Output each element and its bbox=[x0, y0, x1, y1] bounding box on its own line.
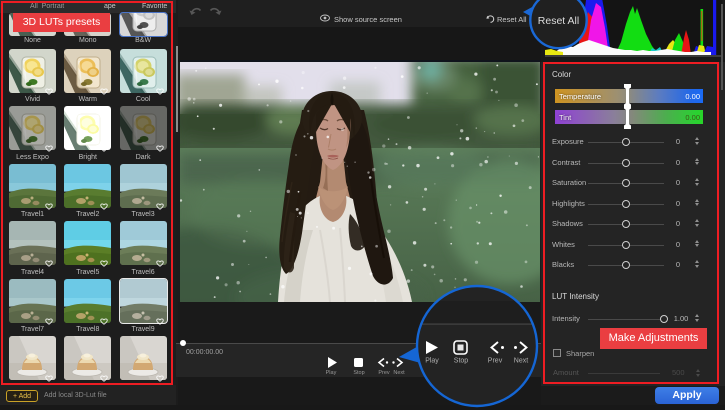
svg-text:Stop: Stop bbox=[454, 358, 469, 365]
svg-text:Prev: Prev bbox=[488, 358, 503, 365]
svg-text:Next: Next bbox=[514, 358, 528, 365]
svg-text:Play: Play bbox=[425, 358, 439, 365]
svg-text:Reset All: Reset All bbox=[538, 15, 579, 27]
